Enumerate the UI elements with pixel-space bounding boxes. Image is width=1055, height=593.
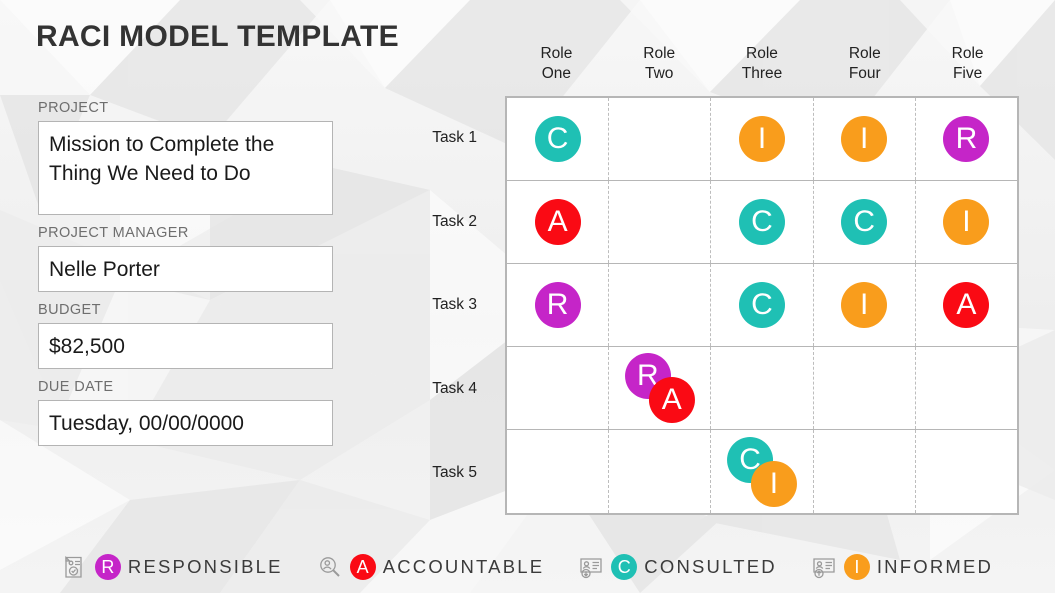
matrix-cell-r5-c3[interactable]: CI	[711, 430, 813, 513]
column-header-line2: Two	[608, 64, 711, 84]
legend-label-accountable: ACCOUNTABLE	[383, 556, 545, 578]
legend-badge-informed: I	[844, 554, 870, 580]
matrix-cell-r2-c1[interactable]: A	[507, 181, 609, 263]
field-label-project-manager: PROJECT MANAGER	[38, 225, 333, 241]
matrix-cell-r5-c1[interactable]	[507, 430, 609, 513]
matrix-cell-r4-c5[interactable]	[916, 347, 1017, 429]
field-budget: BUDGET $82,500	[38, 302, 333, 369]
field-label-project: PROJECT	[38, 100, 333, 116]
project-manager-input[interactable]: Nelle Porter	[38, 246, 333, 292]
magnifier-person-icon	[317, 554, 343, 580]
matrix-cell-r1-c5[interactable]: R	[916, 98, 1017, 180]
matrix-cell-r2-c3[interactable]: C	[711, 181, 813, 263]
project-name-input[interactable]: Mission to Complete the Thing We Need to…	[38, 121, 333, 215]
row-label-task-3: Task 3	[380, 264, 492, 348]
page-title: RACI MODEL TEMPLATE	[36, 20, 399, 54]
matrix-row-labels: Task 1Task 2Task 3Task 4Task 5	[380, 96, 492, 515]
matrix-row: RCIA	[507, 264, 1017, 347]
matrix-cell-r1-c3[interactable]: I	[711, 98, 813, 180]
column-header-role-2: RoleTwo	[608, 44, 711, 94]
raci-badge-informed[interactable]: I	[943, 199, 989, 245]
legend-item-accountable: A ACCOUNTABLE	[317, 554, 545, 580]
column-header-line2: One	[505, 64, 608, 84]
legend-badge-accountable: A	[350, 554, 376, 580]
matrix-cell-r1-c4[interactable]: I	[814, 98, 916, 180]
raci-badge-informed[interactable]: I	[739, 116, 785, 162]
matrix-cell-r2-c4[interactable]: C	[814, 181, 916, 263]
raci-badge-informed[interactable]: I	[841, 116, 887, 162]
id-card-upload-icon	[811, 554, 837, 580]
budget-input[interactable]: $82,500	[38, 323, 333, 369]
raci-legend: R RESPONSIBLE A ACCOUNTABLE C CONSULTED I INFOR…	[0, 540, 1055, 593]
matrix-cell-r3-c3[interactable]: C	[711, 264, 813, 346]
field-label-budget: BUDGET	[38, 302, 333, 318]
raci-badge-consulted[interactable]: C	[535, 116, 581, 162]
column-header-line1: Role	[608, 44, 711, 64]
matrix-cell-r4-c3[interactable]	[711, 347, 813, 429]
legend-item-consulted: C CONSULTED	[578, 554, 777, 580]
legend-item-informed: I INFORMED	[811, 554, 993, 580]
field-project: PROJECT Mission to Complete the Thing We…	[38, 100, 333, 215]
row-label-task-2: Task 2	[380, 180, 492, 264]
matrix-cell-r4-c4[interactable]	[814, 347, 916, 429]
raci-badge-responsible[interactable]: R	[943, 116, 989, 162]
matrix-cell-r2-c5[interactable]: I	[916, 181, 1017, 263]
matrix-column-headers: RoleOneRoleTwoRoleThreeRoleFourRoleFive	[505, 44, 1019, 94]
column-header-line1: Role	[711, 44, 814, 64]
matrix-cell-r3-c1[interactable]: R	[507, 264, 609, 346]
legend-item-responsible: R RESPONSIBLE	[62, 554, 283, 580]
legend-badge-consulted: C	[611, 554, 637, 580]
raci-badge-accountable[interactable]: A	[943, 282, 989, 328]
field-label-due-date: DUE DATE	[38, 379, 333, 395]
matrix-cell-r3-c5[interactable]: A	[916, 264, 1017, 346]
raci-badge-consulted[interactable]: C	[739, 282, 785, 328]
raci-badge-accountable[interactable]: A	[649, 377, 695, 423]
raci-badge-consulted[interactable]: C	[841, 199, 887, 245]
raci-matrix: CIIRACCIRCIARACI	[505, 96, 1019, 515]
raci-badge-accountable[interactable]: A	[535, 199, 581, 245]
matrix-cell-r4-c1[interactable]	[507, 347, 609, 429]
raci-badge-consulted[interactable]: C	[739, 199, 785, 245]
due-date-input[interactable]: Tuesday, 00/00/0000	[38, 400, 333, 446]
column-header-role-1: RoleOne	[505, 44, 608, 94]
raci-template-slide: RACI MODEL TEMPLATE PROJECT Mission to C…	[0, 0, 1055, 593]
matrix-cell-r5-c5[interactable]	[916, 430, 1017, 513]
column-header-line1: Role	[505, 44, 608, 64]
column-header-line1: Role	[813, 44, 916, 64]
column-header-line2: Five	[916, 64, 1019, 84]
raci-badge-informed[interactable]: I	[751, 460, 797, 506]
row-label-task-1: Task 1	[380, 96, 492, 180]
project-details-form: PROJECT Mission to Complete the Thing We…	[38, 100, 333, 456]
matrix-row: CIIR	[507, 98, 1017, 181]
matrix-row: RA	[507, 347, 1017, 430]
column-header-role-4: RoleFour	[813, 44, 916, 94]
matrix-row: CI	[507, 430, 1017, 513]
column-header-role-5: RoleFive	[916, 44, 1019, 94]
column-header-line1: Role	[916, 44, 1019, 64]
column-header-line2: Four	[813, 64, 916, 84]
id-card-download-icon	[578, 554, 604, 580]
matrix-cell-r2-c2[interactable]	[609, 181, 711, 263]
legend-label-consulted: CONSULTED	[644, 556, 777, 578]
clipboard-person-check-icon	[62, 554, 88, 580]
matrix-row: ACCI	[507, 181, 1017, 264]
column-header-line2: Three	[711, 64, 814, 84]
legend-badge-responsible: R	[95, 554, 121, 580]
raci-badge-informed[interactable]: I	[841, 282, 887, 328]
legend-label-informed: INFORMED	[877, 556, 993, 578]
column-header-role-3: RoleThree	[711, 44, 814, 94]
matrix-cell-r5-c2[interactable]	[609, 430, 711, 513]
raci-badge-responsible[interactable]: R	[535, 282, 581, 328]
field-due-date: DUE DATE Tuesday, 00/00/0000	[38, 379, 333, 446]
matrix-cell-r1-c2[interactable]	[609, 98, 711, 180]
legend-label-responsible: RESPONSIBLE	[128, 556, 283, 578]
matrix-cell-r1-c1[interactable]: C	[507, 98, 609, 180]
matrix-cell-r4-c2[interactable]: RA	[609, 347, 711, 429]
matrix-cell-r5-c4[interactable]	[814, 430, 916, 513]
row-label-task-4: Task 4	[380, 347, 492, 431]
field-project-manager: PROJECT MANAGER Nelle Porter	[38, 225, 333, 292]
row-label-task-5: Task 5	[380, 431, 492, 515]
matrix-cell-r3-c4[interactable]: I	[814, 264, 916, 346]
matrix-cell-r3-c2[interactable]	[609, 264, 711, 346]
